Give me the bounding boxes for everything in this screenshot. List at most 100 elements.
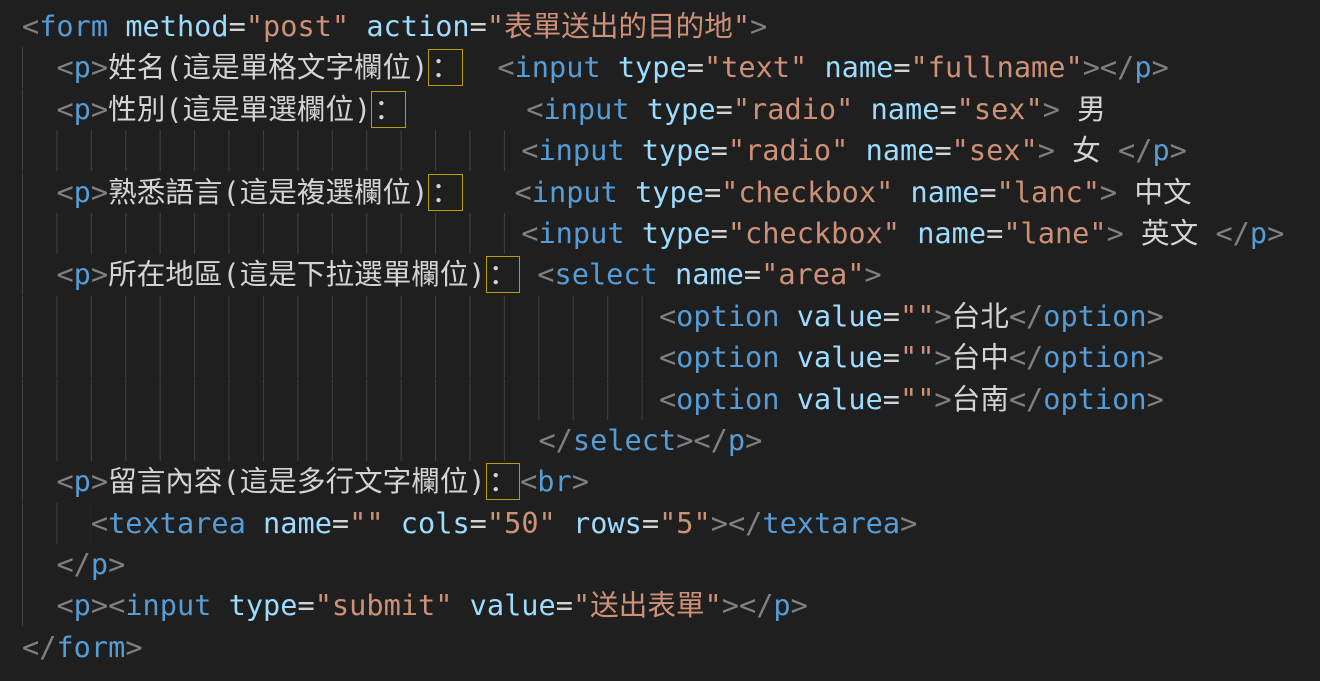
token-tag-name: br [537,464,571,498]
token-attribute-name: action [366,9,469,43]
token-text [625,216,642,250]
token-punctuation: > [1147,382,1164,416]
indent-guides [22,585,56,626]
token-attribute-name: type [647,92,716,126]
token-attribute-name: type [635,175,704,209]
token-punctuation: </ [1215,216,1249,250]
token-text [779,299,796,333]
token-text [452,588,469,622]
unicode-highlight-box: ： [486,463,520,500]
token-text [625,133,642,167]
token-punctuation: > [91,464,108,498]
token-text [520,257,537,291]
token-tag-name: select [555,257,658,291]
token-equals: = [332,506,349,540]
token-equals: = [893,50,910,84]
token-punctuation: < [515,175,532,209]
token-equals: = [883,382,900,416]
token-tag-name: input [538,216,624,250]
token-text: 留言內容(這是多行文字欄位) [108,464,486,498]
token-punctuation: > [1100,175,1117,209]
token-text [618,175,635,209]
token-text [463,175,515,209]
token-punctuation: </ [1009,299,1043,333]
indent-guides [22,379,659,420]
token-text: 姓名(這是單格文字欄位) [108,50,428,84]
token-attribute-value: "lanc" [997,175,1100,209]
token-tag-name: p [91,547,108,581]
token-attribute-name: name [866,133,935,167]
token-text [779,382,796,416]
token-punctuation: </ [56,547,90,581]
token-punctuation: > [745,423,762,457]
token-punctuation: > [1267,216,1284,250]
token-punctuation: < [56,588,73,622]
token-equals: = [556,588,573,622]
indent-guides [22,503,91,544]
token-attribute-value: "radio" [728,133,849,167]
token-punctuation: > [1147,299,1164,333]
token-attribute-name: value [797,299,883,333]
token-equals: = [883,299,900,333]
token-punctuation: </ [1118,133,1152,167]
token-attribute-name: cols [401,506,470,540]
token-text [349,9,366,43]
token-tag-name: p [74,175,91,209]
token-punctuation: > [934,382,951,416]
token-text [211,588,228,622]
token-tag-name: form [56,630,125,664]
token-punctuation: < [497,50,514,84]
token-equals: = [297,588,314,622]
token-punctuation: > [1043,92,1060,126]
code-line: <p>姓名(這是單格文字欄位)： <input type="text" name… [22,47,1320,88]
token-punctuation: < [56,175,73,209]
code-editor[interactable]: <form method="post" action="表單送出的目的地"> <… [0,0,1320,681]
token-punctuation: > [1107,216,1124,250]
indent-guides [22,420,538,461]
token-attribute-name: name [911,175,980,209]
code-line: <option value="">台北</option> [22,296,1320,337]
token-punctuation: < [56,464,73,498]
token-tag-name: p [74,257,91,291]
token-punctuation: < [56,257,73,291]
token-text [848,133,865,167]
token-attribute-value: "送出表單" [573,588,722,622]
token-equals: = [939,92,956,126]
token-attribute-value: "50" [487,506,556,540]
token-tag-name: p [1152,133,1169,167]
token-tag-name: p [74,464,91,498]
token-punctuation: > [91,257,108,291]
indent-guides [22,296,659,337]
token-text: 熟悉語言(這是複選欄位) [108,175,428,209]
token-tag-name: option [1043,382,1146,416]
code-line: <p><input type="submit" value="送出表單"></p… [22,585,1320,626]
token-attribute-value: "post" [246,9,349,43]
indent-guides [22,47,56,88]
token-tag-name: p [74,50,91,84]
token-punctuation: < [521,216,538,250]
token-tag-name: option [676,382,779,416]
token-attribute-name: name [263,506,332,540]
token-punctuation: </ [1100,50,1134,84]
token-punctuation: > [934,299,951,333]
token-punctuation: < [526,92,543,126]
token-equals: = [986,216,1003,250]
unicode-highlight-box: ： [371,91,405,128]
token-tag-name: input [125,588,211,622]
token-tag-name: input [538,133,624,167]
token-punctuation: < [56,50,73,84]
token-equals: = [642,506,659,540]
code-line: </form> [22,627,1320,668]
token-text [630,92,647,126]
token-text: 女 [1055,133,1118,167]
code-line: <form method="post" action="表單送出的目的地"> [22,6,1320,47]
token-punctuation: > [91,50,108,84]
token-punctuation: < [537,257,554,291]
token-attribute-value: "lane" [1003,216,1106,250]
token-text: 英文 [1124,216,1216,250]
token-punctuation: > [1083,50,1100,84]
code-line: <p>性別(這是單選欄位)： <input type="radio" name=… [22,89,1320,130]
token-punctuation: > [900,506,917,540]
token-attribute-value: "submit" [315,588,453,622]
token-equals: = [687,50,704,84]
